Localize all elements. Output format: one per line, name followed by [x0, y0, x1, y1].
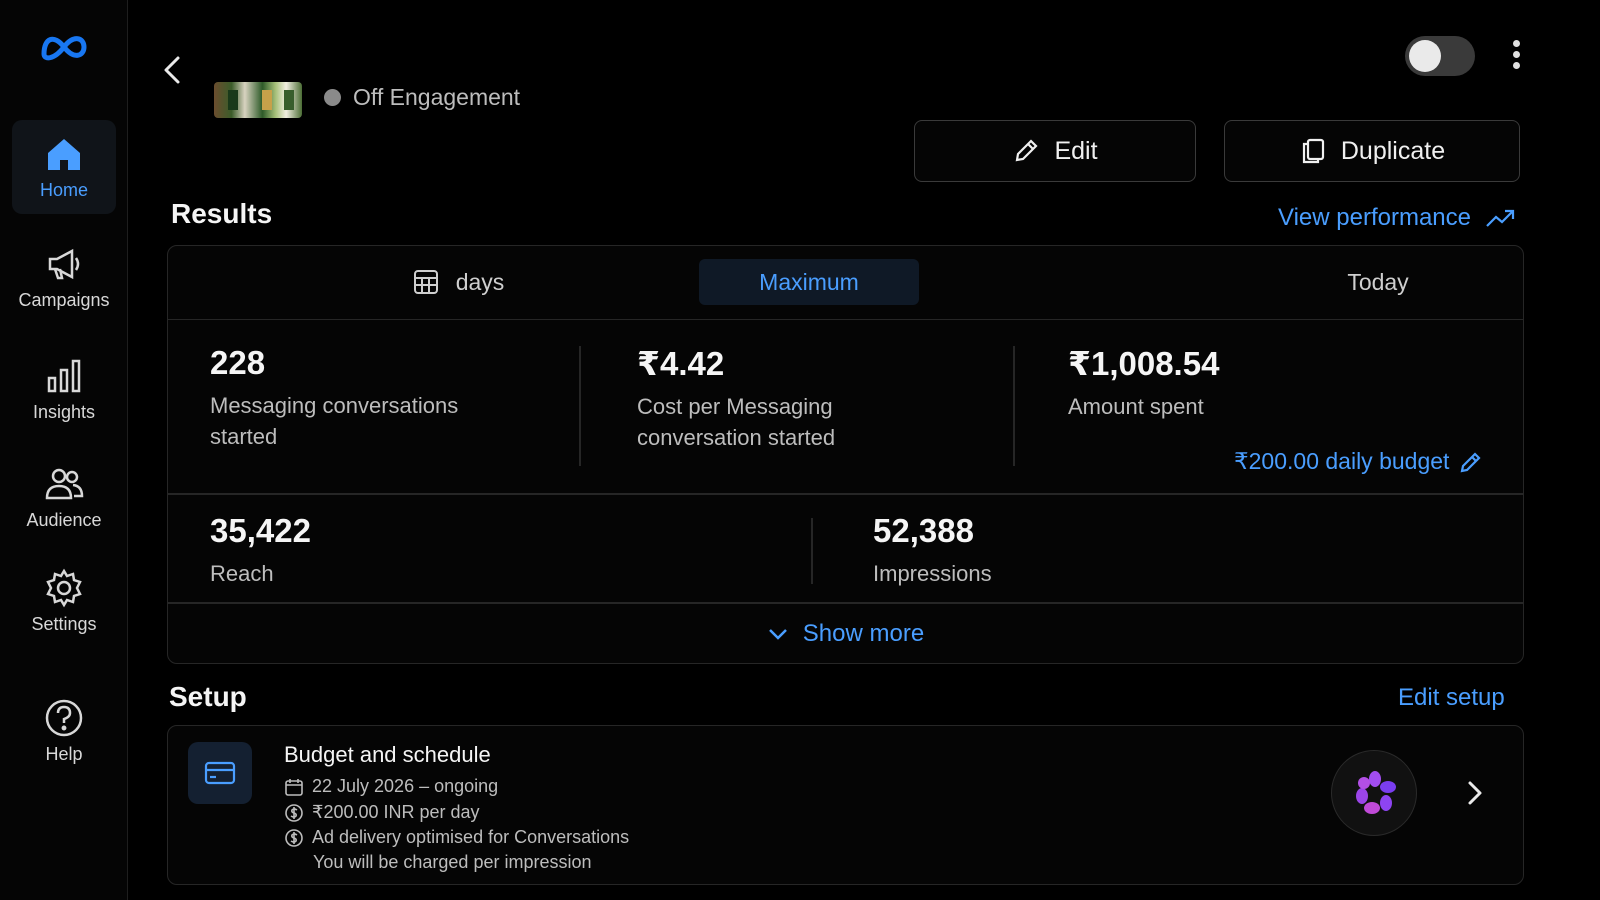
pencil-icon	[1461, 451, 1481, 472]
edit-button-label: Edit	[1054, 136, 1098, 165]
row-divider	[168, 602, 1523, 604]
delivery-line: Ad delivery optimised for Conversations	[284, 827, 629, 848]
date-range-tabs: days Maximum Today	[168, 246, 1523, 320]
sidebar-item-label: Settings	[31, 614, 97, 634]
metric-label: Cost per Messaging	[637, 394, 833, 419]
metric-cost-per-conversation[interactable]: ₹4.42 Cost per Messaging conversation st…	[637, 344, 835, 453]
daily-budget-link[interactable]: ₹200.00 daily budget	[1234, 448, 1483, 475]
calendar-icon	[285, 778, 303, 796]
sidebar-item-label: Home	[39, 180, 88, 200]
sidebar-item-audience[interactable]: Audience	[12, 450, 116, 544]
metric-messaging-conversations[interactable]: 228 Messaging conversations started	[210, 344, 458, 452]
schedule-text: 22 July 2026 – ongoing	[312, 776, 499, 796]
budget-line: ₹200.00 INR per day	[284, 802, 480, 823]
metric-value: ₹4.42	[637, 345, 725, 382]
dollar-circle-icon	[285, 828, 303, 847]
edit-button[interactable]: Edit	[914, 120, 1196, 182]
tab-days[interactable]: days	[308, 259, 608, 305]
duplicate-button[interactable]: Duplicate	[1224, 120, 1520, 182]
metric-value: 35,422	[210, 512, 311, 549]
duplicate-icon	[1302, 138, 1324, 164]
sidebar-item-home[interactable]: Home	[12, 120, 116, 214]
chevron-right-icon[interactable]	[1464, 778, 1486, 808]
budget-text: ₹200.00 INR per day	[312, 802, 480, 822]
sidebar-item-label: Help	[45, 744, 83, 764]
show-more-button[interactable]: Show more	[168, 608, 1523, 660]
metric-label: Reach	[210, 561, 274, 586]
results-title: Results	[171, 198, 273, 229]
edit-setup-link[interactable]: Edit setup	[1398, 684, 1505, 712]
dollar-circle-icon	[285, 803, 303, 822]
trend-up-icon	[1486, 209, 1515, 227]
metric-value: 228	[210, 344, 266, 381]
pencil-icon	[1016, 139, 1039, 162]
people-icon	[45, 468, 84, 500]
delivery-text: Ad delivery optimised for Conversations	[312, 827, 630, 847]
sidebar-item-insights[interactable]: Insights	[12, 342, 116, 436]
metric-amount-spent[interactable]: ₹1,008.54 Amount spent	[1068, 344, 1219, 422]
meta-logo-icon[interactable]	[38, 30, 90, 64]
megaphone-icon	[48, 248, 80, 280]
ad-thumbnail	[214, 82, 302, 118]
metric-divider	[579, 346, 581, 466]
charge-text: You will be charged per impression	[313, 852, 592, 872]
home-icon	[48, 139, 80, 170]
tab-today[interactable]: Today	[1268, 259, 1488, 305]
status-dot	[324, 89, 341, 106]
show-more-label: Show more	[802, 620, 925, 647]
chevron-down-icon	[768, 629, 787, 640]
metric-label: Amount spent	[1068, 394, 1204, 419]
gear-icon	[46, 568, 82, 608]
view-performance-link[interactable]: View performance	[1278, 204, 1515, 232]
sidebar-item-label: Campaigns	[18, 290, 110, 310]
sidebar-item-label: Audience	[26, 510, 102, 530]
sidebar-item-help[interactable]: Help	[12, 684, 116, 778]
calendar-grid-icon	[413, 270, 438, 294]
sidebar-item-settings[interactable]: Settings	[12, 554, 116, 648]
row-divider	[168, 493, 1523, 495]
sidebar-item-campaigns[interactable]: Campaigns	[12, 230, 116, 324]
sidebar-item-label: Insights	[32, 402, 96, 422]
results-card: days Maximum Today 228 Messaging convers…	[167, 245, 1524, 664]
back-arrow-icon[interactable]	[158, 52, 186, 88]
more-options-icon[interactable]	[1506, 40, 1526, 74]
setup-title: Setup	[169, 681, 247, 712]
metric-label: conversation started	[637, 425, 836, 450]
metric-divider	[1013, 346, 1015, 466]
metric-impressions[interactable]: 52,388 Impressions	[873, 512, 992, 589]
tab-maximum[interactable]: Maximum	[699, 259, 919, 305]
tab-label: days	[455, 268, 505, 295]
metric-value: ₹1,008.54	[1068, 345, 1220, 382]
ad-status: Off Engagement	[324, 84, 520, 111]
sidebar: Home Campaigns Insights Audience Setting…	[0, 0, 128, 900]
status-label: Off Engagement	[353, 84, 521, 110]
metric-label: Impressions	[873, 561, 992, 586]
schedule-line: 22 July 2026 – ongoing	[284, 776, 498, 797]
budget-schedule-card[interactable]: Budget and schedule 22 July 2026 – ongoi…	[167, 725, 1524, 885]
duplicate-button-label: Duplicate	[1340, 136, 1446, 165]
metric-label: started	[210, 424, 278, 449]
daily-budget-label: ₹200.00 daily budget	[1234, 448, 1450, 474]
ad-on-off-toggle[interactable]	[1405, 36, 1475, 76]
metric-reach[interactable]: 35,422 Reach	[210, 512, 311, 589]
setup-card-title: Budget and schedule	[284, 742, 491, 767]
toggle-knob	[1409, 40, 1441, 72]
metric-label: Messaging conversations	[210, 393, 459, 418]
help-circle-icon	[45, 699, 83, 737]
view-performance-label: View performance	[1278, 204, 1471, 231]
bar-chart-icon	[47, 359, 81, 393]
metric-divider	[811, 518, 813, 584]
credit-card-icon	[188, 742, 252, 804]
ai-assistant-icon[interactable]	[1331, 750, 1417, 836]
metric-value: 52,388	[873, 512, 974, 549]
